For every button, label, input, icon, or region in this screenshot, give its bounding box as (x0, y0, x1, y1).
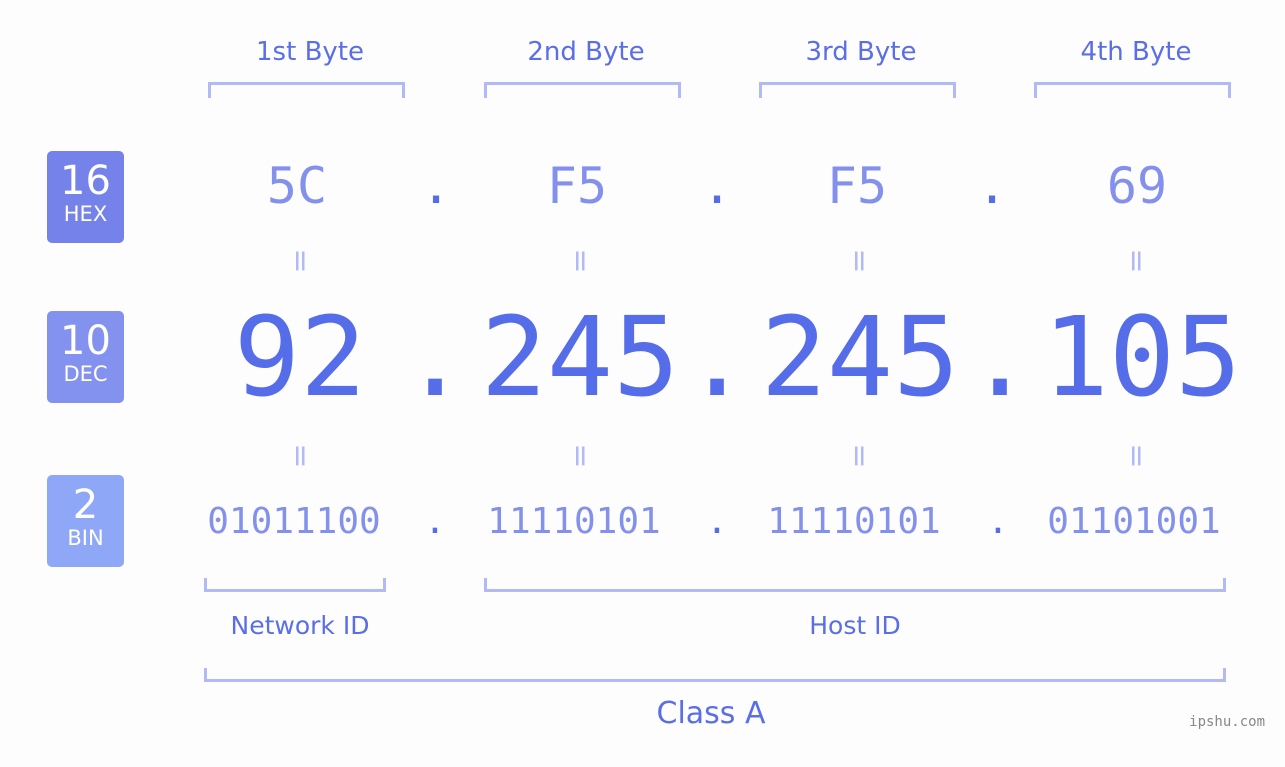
host-id-label: Host ID (809, 611, 901, 640)
equals-icon: = (283, 248, 318, 274)
bin-byte-3: 11110101 (767, 501, 941, 542)
dec-byte-2: 245 (480, 293, 680, 421)
network-id-bracket (204, 578, 386, 592)
network-id-label: Network ID (230, 611, 370, 640)
class-label: Class A (656, 696, 766, 731)
byte-label-2: 2nd Byte (527, 37, 645, 67)
bin-badge: 2 BIN (47, 475, 124, 567)
dec-badge-base: 10 (60, 318, 111, 364)
equals-icon: = (842, 248, 877, 274)
bin-byte-1: 01011100 (207, 501, 381, 542)
hex-dot-2: . (701, 157, 733, 215)
dec-dot-2: . (684, 293, 751, 421)
dec-dot-1: . (402, 293, 469, 421)
dec-byte-4: 105 (1042, 293, 1242, 421)
dec-byte-1: 92 (233, 293, 367, 421)
byte-bracket-2 (484, 82, 681, 98)
dec-badge-label: DEC (63, 362, 108, 386)
bin-badge-base: 2 (72, 482, 99, 528)
equals-icon: = (842, 443, 877, 469)
host-id-bracket (484, 578, 1226, 592)
byte-label-1: 1st Byte (256, 37, 364, 67)
hex-dot-1: . (420, 157, 452, 215)
dec-byte-3: 245 (760, 293, 960, 421)
dec-badge: 10 DEC (47, 311, 124, 403)
watermark: ipshu.com (1189, 714, 1265, 730)
hex-badge: 16 HEX (47, 151, 124, 243)
equals-icon: = (563, 248, 598, 274)
hex-badge-label: HEX (63, 202, 108, 226)
bin-dot-2: . (706, 501, 728, 542)
bin-dot-3: . (987, 501, 1009, 542)
class-bracket (204, 668, 1226, 682)
equals-icon: = (563, 443, 598, 469)
byte-label-3: 3rd Byte (805, 37, 917, 67)
equals-icon: = (1119, 248, 1154, 274)
bin-byte-2: 11110101 (487, 501, 661, 542)
hex-byte-4: 69 (1106, 157, 1168, 215)
equals-icon: = (283, 443, 318, 469)
equals-icon: = (1119, 443, 1154, 469)
byte-bracket-4 (1034, 82, 1231, 98)
hex-byte-2: F5 (546, 157, 608, 215)
hex-dot-3: . (976, 157, 1008, 215)
byte-label-4: 4th Byte (1080, 37, 1192, 67)
bin-badge-label: BIN (67, 526, 104, 550)
byte-bracket-3 (759, 82, 956, 98)
bin-dot-1: . (424, 501, 446, 542)
bin-byte-4: 01101001 (1047, 501, 1221, 542)
byte-bracket-1 (208, 82, 405, 98)
dec-dot-3: . (967, 293, 1034, 421)
hex-byte-1: 5C (266, 157, 328, 215)
hex-byte-3: F5 (826, 157, 888, 215)
hex-badge-base: 16 (60, 158, 111, 204)
